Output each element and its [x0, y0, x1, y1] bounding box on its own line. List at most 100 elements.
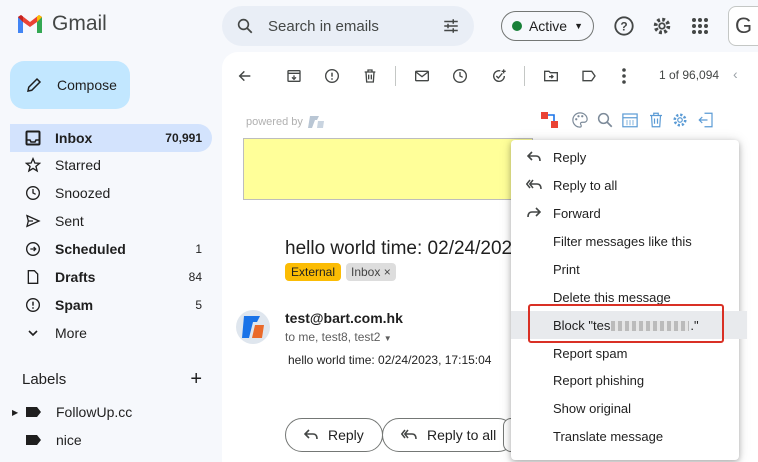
apps-grid-icon[interactable] [688, 14, 712, 38]
menu-item-filter[interactable]: Filter messages like this [511, 227, 739, 255]
labels-heading: Labels [22, 371, 67, 388]
menu-item-show-original[interactable]: Show original [511, 394, 739, 422]
banner-area [243, 138, 533, 200]
palette-icon[interactable] [570, 110, 590, 130]
expand-arrow-icon[interactable]: ▶ [12, 408, 18, 417]
reply-all-button[interactable]: Reply to all [382, 418, 516, 452]
sidebar-item-count: 5 [195, 298, 202, 312]
reply-icon [526, 151, 542, 163]
magnifier-icon[interactable] [595, 110, 615, 130]
send-icon [24, 212, 42, 230]
forward-icon [526, 207, 542, 219]
chevron-down-icon [24, 324, 42, 342]
sidebar-item-label: Inbox [55, 130, 93, 146]
pencil-icon [27, 77, 42, 92]
sidebar-item-label: Snoozed [55, 185, 111, 201]
sidebar-item-label: More [55, 325, 87, 341]
sidebar-item-sent[interactable]: Sent [10, 207, 212, 235]
compose-label: Compose [57, 77, 117, 93]
extension-network-icon[interactable] [540, 110, 560, 130]
pager-count: 1 of 96,094 [659, 68, 720, 82]
sender-address[interactable]: test@bart.com.hk [285, 310, 403, 326]
chevron-left-icon[interactable]: ‹ [733, 66, 738, 82]
reply-button[interactable]: Reply [285, 418, 383, 452]
sign-out-icon[interactable] [696, 110, 716, 130]
sidebar-item-label: Scheduled [55, 241, 126, 257]
sidebar-item-more[interactable]: More [10, 319, 212, 347]
gmail-logo[interactable]: Gmail [16, 12, 107, 36]
svg-text:?: ? [620, 20, 627, 34]
menu-item-report-phishing[interactable]: Report phishing [511, 366, 739, 394]
remove-label-icon[interactable]: × [384, 265, 391, 279]
menu-item-reply[interactable]: Reply [511, 143, 739, 171]
label-name: nice [56, 432, 82, 448]
status-label: Active [528, 18, 568, 34]
label-tag-icon [26, 435, 41, 445]
sidebar-item-count: 1 [195, 242, 202, 256]
delete-icon[interactable] [360, 66, 380, 86]
search-options-icon[interactable] [442, 17, 460, 35]
move-to-icon[interactable] [541, 66, 561, 86]
toolbar-divider [524, 66, 525, 86]
menu-item-translate[interactable]: Translate message [511, 422, 739, 450]
settings-gear-icon[interactable] [650, 14, 674, 38]
sidebar-item-spam[interactable]: Spam 5 [10, 291, 212, 319]
sidebar-item-label: Spam [55, 297, 94, 313]
label-item-followup[interactable]: ▶ FollowUp.cc [12, 401, 132, 423]
more-vert-icon[interactable] [614, 66, 634, 86]
menu-item-label: Translate message [553, 428, 664, 444]
report-spam-icon[interactable] [322, 66, 342, 86]
add-task-icon[interactable] [489, 66, 509, 86]
sidebar-item-starred[interactable]: Starred [10, 151, 212, 179]
menu-item-label: Show original [553, 400, 632, 416]
label-icon[interactable] [579, 66, 599, 86]
menu-item-label: Print [553, 261, 580, 277]
compose-button[interactable]: Compose [10, 61, 130, 109]
menu-item-label: Report phishing [553, 372, 645, 388]
status-dot [511, 21, 522, 31]
snooze-icon[interactable] [450, 66, 470, 86]
inbox-icon [24, 129, 42, 147]
sidebar-item-snoozed[interactable]: Snoozed [10, 179, 212, 207]
search-input[interactable]: Search in emails [268, 18, 428, 35]
menu-item-reply-all[interactable]: Reply to all [511, 171, 739, 199]
reply-all-icon [526, 179, 542, 191]
email-body: hello world time: 02/24/2023, 17:15:04 [288, 353, 492, 367]
sidebar-item-scheduled[interactable]: Scheduled 1 [10, 235, 212, 263]
label-item-nice[interactable]: nice [12, 429, 82, 451]
powered-by-text: powered by [246, 116, 303, 128]
sidebar-item-drafts[interactable]: Drafts 84 [10, 263, 212, 291]
trash-icon[interactable] [646, 110, 666, 130]
add-label-icon[interactable]: + [190, 369, 202, 389]
menu-item-forward[interactable]: Forward [511, 199, 739, 227]
menu-item-label: Delete this message [553, 289, 671, 305]
label-tag-icon [26, 407, 41, 417]
sidebar-item-label: Sent [55, 213, 84, 229]
menu-item-print[interactable]: Print [511, 255, 739, 283]
details-caret-icon[interactable]: ▼ [384, 334, 392, 343]
star-icon [24, 156, 42, 174]
caret-down-icon: ▼ [574, 21, 584, 31]
menu-item-label: Forward [553, 205, 601, 221]
menu-item-label: Reply to all [553, 177, 618, 193]
gmail-m-icon [18, 15, 42, 33]
menu-item-label: Reply [553, 149, 587, 165]
gear-icon[interactable] [670, 110, 690, 130]
back-arrow-icon[interactable] [235, 66, 255, 86]
labels-header: Labels + [22, 369, 212, 389]
mark-unread-icon[interactable] [412, 66, 432, 86]
search-bar[interactable]: Search in emails [222, 6, 474, 46]
menu-item-report-spam[interactable]: Report spam [511, 339, 739, 367]
menu-item-label: Report spam [553, 345, 628, 361]
account-avatar[interactable]: G [728, 6, 758, 46]
search-icon[interactable] [236, 17, 254, 35]
sidebar-item-label: Starred [55, 157, 101, 173]
status-dropdown[interactable]: Active ▼ [501, 11, 594, 41]
recipients[interactable]: to me, test8, test2 ▼ [285, 330, 392, 344]
sidebar-item-count: 84 [188, 270, 202, 284]
help-icon[interactable]: ? [612, 14, 636, 38]
brand-logo-icon [307, 116, 324, 128]
sidebar-item-inbox[interactable]: Inbox 70,991 [10, 124, 212, 152]
archive-icon[interactable] [284, 66, 304, 86]
calendar-icon[interactable] [620, 110, 640, 130]
